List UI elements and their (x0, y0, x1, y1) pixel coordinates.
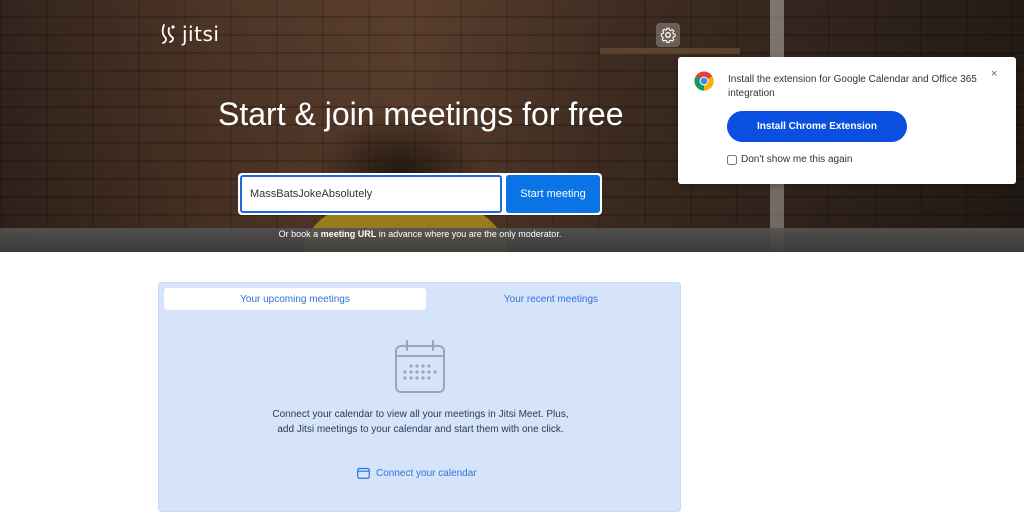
extension-message: Install the extension for Google Calenda… (728, 74, 977, 99)
settings-button[interactable] (656, 23, 680, 47)
calendar-empty-message: Connect your calendar to view all your m… (219, 407, 622, 437)
chrome-extension-banner: Install the extension for Google Calenda… (678, 57, 1016, 184)
calendar-illustration-icon (395, 340, 445, 393)
meeting-form: Start meeting (238, 173, 602, 215)
jitsi-logo-icon (161, 24, 175, 44)
gear-icon (660, 27, 676, 43)
tab-upcoming-meetings[interactable]: Your upcoming meetings (164, 288, 426, 310)
logo-text: jitsi (182, 22, 220, 46)
jitsi-welcome-page: jitsi Start & join meetings for free Sta… (0, 0, 1024, 519)
calendar-icon (357, 467, 370, 479)
start-meeting-button[interactable]: Start meeting (506, 175, 600, 213)
room-name-input[interactable] (240, 175, 502, 213)
meetings-tabs: Your upcoming meetings Your recent meeti… (164, 288, 676, 310)
meetings-panel: Your upcoming meetings Your recent meeti… (158, 282, 681, 512)
hero-note-prefix: Or book a (278, 229, 321, 239)
dont-show-again-label: Don't show me this again (741, 154, 853, 165)
connect-calendar-label: Connect your calendar (376, 467, 477, 479)
hero-note-bold: meeting URL (320, 229, 377, 239)
calendar-empty-line-1: Connect your calendar to view all your m… (272, 409, 569, 420)
hero-note-suffix: in advance where you are the only modera… (376, 229, 562, 239)
jitsi-logo[interactable]: jitsi (158, 22, 219, 46)
chrome-icon (694, 71, 714, 91)
connect-calendar-link[interactable]: Connect your calendar (357, 467, 477, 479)
page-title: Start & join meetings for free (218, 96, 624, 132)
calendar-empty-line-2: add Jitsi meetings to your calendar and … (277, 424, 564, 435)
close-icon[interactable]: × (991, 69, 1001, 80)
dont-show-again-checkbox[interactable] (727, 154, 737, 165)
tab-recent-meetings[interactable]: Your recent meetings (426, 288, 676, 310)
hero-note: Or book a meeting URL in advance where y… (240, 229, 600, 239)
dont-show-again-option[interactable]: Don't show me this again (727, 154, 852, 165)
install-chrome-extension-button[interactable]: Install Chrome Extension (727, 111, 907, 142)
